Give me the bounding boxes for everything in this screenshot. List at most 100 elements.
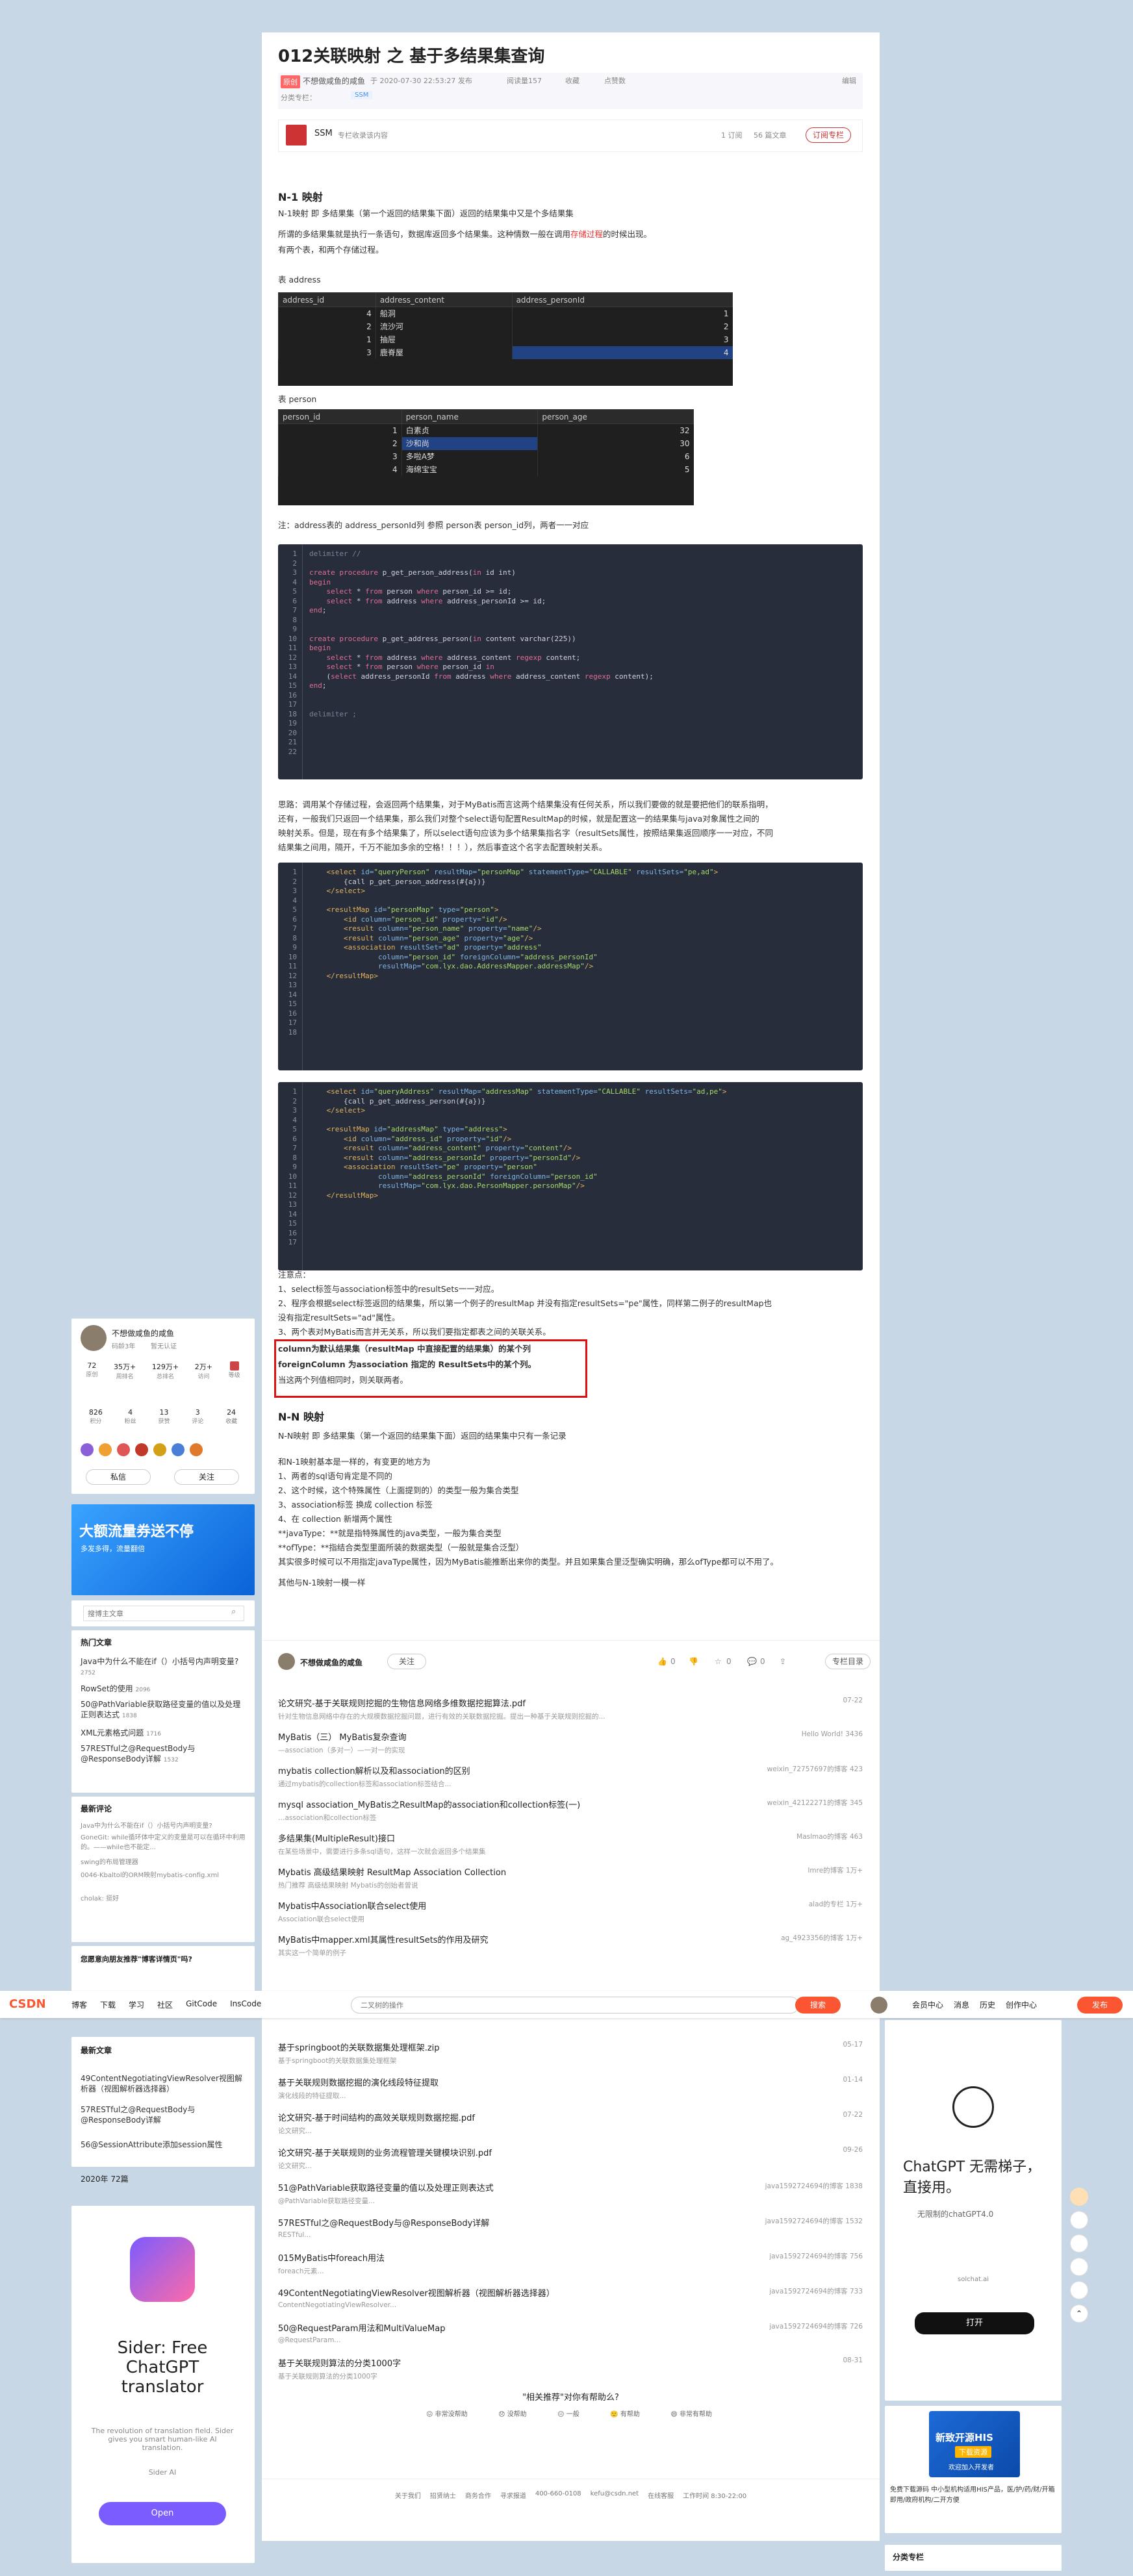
- col-address-content[interactable]: address_content: [375, 292, 513, 307]
- list-item[interactable]: Java中为什么不能在if（）小括号内声明变量? 2752: [81, 1656, 246, 1678]
- list-item[interactable]: 50@RequestParam用法和MultiValueMap @RequestP…: [278, 2321, 863, 2344]
- list-item[interactable]: 49ContentNegotiatingViewResolver视图解析器（视图…: [278, 2286, 863, 2309]
- code-block-person-map[interactable]: 1 2 3 4 5 6 7 8 9 10 11 12 13 14 15 16 1…: [278, 863, 863, 1070]
- list-item[interactable]: 论文研究-基于关联规则挖掘的生物信息网络多维数据挖掘算法.pdf 针对生物信息网络…: [278, 1697, 863, 1721]
- creator-center-link[interactable]: 创作中心: [1006, 1999, 1037, 2010]
- list-item[interactable]: 57RESTful之@RequestBody与@ResponseBody详解 RE…: [278, 2216, 863, 2239]
- thumbs-up-icon[interactable]: 👍: [657, 1657, 667, 1666]
- hot-icon[interactable]: [1070, 2211, 1088, 2229]
- list-item[interactable]: MyBatis（三） MyBatis复杂查询 —association（多对一）—…: [278, 1730, 863, 1755]
- code-block-procedures[interactable]: 1 2 3 4 5 6 7 8 9 10 11 12 13 14 15 16 1…: [278, 544, 863, 779]
- col-address-id[interactable]: address_id: [278, 292, 376, 307]
- col-person-age[interactable]: person_age: [537, 409, 694, 424]
- list-item[interactable]: 基于关联规则数据挖掘的演化线段特征提取 演化线段的特征提取... 01-14: [278, 2076, 863, 2101]
- sider-open-button[interactable]: Open: [99, 2502, 226, 2525]
- feedback-helpful[interactable]: 🙂 有帮助: [610, 2408, 640, 2421]
- stored-procedure-link[interactable]: 存储过程: [570, 229, 603, 239]
- footer-email[interactable]: kefu@csdn.net: [591, 2490, 639, 2500]
- nav-gitcode[interactable]: GitCode: [186, 1999, 217, 2010]
- csdn-logo[interactable]: CSDN: [9, 1997, 46, 2011]
- list-item[interactable]: 56@SessionAttribute添加session属性: [81, 2140, 246, 2150]
- column-directory-button[interactable]: 专栏目录: [825, 1654, 871, 1669]
- footer-about[interactable]: 关于我们: [395, 2490, 421, 2500]
- avatar[interactable]: [278, 1653, 295, 1670]
- messages-link[interactable]: 消息: [954, 1999, 969, 2010]
- star-icon[interactable]: ☆: [715, 1657, 722, 1666]
- col-address-personid[interactable]: address_personId: [511, 292, 733, 307]
- subscribe-column-button[interactable]: 订阅专栏: [806, 127, 851, 143]
- private-message-button[interactable]: 私信: [86, 1469, 151, 1485]
- list-item[interactable]: Java中为什么不能在if（）小括号内声明变量?: [81, 1820, 246, 1830]
- footer-business[interactable]: 商务合作: [465, 2490, 491, 2500]
- nav-download[interactable]: 下载: [100, 1999, 116, 2010]
- top-search-button[interactable]: 搜索: [795, 1997, 841, 2014]
- category-tag[interactable]: SSM: [351, 91, 373, 99]
- top-search-input[interactable]: [351, 1997, 799, 2014]
- list-item[interactable]: 49ContentNegotiatingViewResolver视图解析器（视图…: [81, 2073, 246, 2094]
- list-item[interactable]: Mybatis 高级结果映射 ResultMap Association Col…: [278, 1865, 863, 1890]
- column-name[interactable]: SSM: [314, 129, 333, 138]
- list-item[interactable]: 51@PathVariable获取路径变量的值以及处理正则表达式 @PathVar…: [278, 2181, 863, 2206]
- bottom-follow-button[interactable]: 关注: [387, 1654, 426, 1669]
- feedback-very-helpful[interactable]: 😄 非常有帮助: [670, 2408, 712, 2421]
- help-icon[interactable]: [1070, 2258, 1088, 2276]
- blog-search-input[interactable]: [83, 1606, 244, 1621]
- list-item[interactable]: 50@PathVariable获取路径变量的值以及处理正则表达式 1838: [81, 1699, 246, 1721]
- notes-title: 注意点：: [278, 1270, 311, 1280]
- author-link[interactable]: 不想做咸鱼的咸鱼: [303, 75, 365, 86]
- list-item[interactable]: 015MyBatis中foreach用法 foreach元素... java1592…: [278, 2251, 863, 2276]
- like-link[interactable]: 点赞数: [604, 75, 626, 86]
- bottom-author[interactable]: 不想做咸鱼的咸鱼: [300, 1657, 363, 1668]
- profile-follow-button[interactable]: 关注: [174, 1469, 239, 1485]
- profile-name[interactable]: 不想做咸鱼的咸鱼: [112, 1328, 174, 1339]
- list-item[interactable]: 多结果集(MultipleResult)接口 在某些场景中，需要进行多条sql语句…: [278, 1832, 863, 1856]
- report-icon[interactable]: [1070, 2281, 1088, 2299]
- feedback-neutral[interactable]: 😐 一般: [557, 2408, 579, 2421]
- archive-item[interactable]: 2020年 72篇: [81, 2173, 129, 2184]
- share-icon[interactable]: ⇪: [780, 1657, 786, 1666]
- list-item[interactable]: Mybatis中Association联合select使用 Association…: [278, 1899, 863, 1924]
- list-item[interactable]: 0046-Kbaltol的ORM映射mybatis-config.xml: [81, 1869, 246, 1879]
- toolbar-avatar[interactable]: [871, 1997, 887, 2014]
- mascot-icon[interactable]: [1070, 2188, 1088, 2206]
- publish-button[interactable]: 发布: [1077, 1997, 1123, 2014]
- footer-jobs[interactable]: 招贤纳士: [430, 2490, 456, 2500]
- profile-avatar[interactable]: [81, 1325, 107, 1351]
- list-item[interactable]: 57RESTful之@RequestBody与@ResponseBody详解 1…: [81, 1743, 246, 1765]
- edit-icon[interactable]: [1070, 2234, 1088, 2253]
- list-item[interactable]: 基于关联规则算法的分类1000字 基于关联规则算法的分类1000字 08-31: [278, 2356, 863, 2381]
- list-item[interactable]: XML元素格式问题 1716: [81, 1728, 246, 1739]
- list-item[interactable]: GoneGit: while循环体中定义的变量是可以在循环中利用的。——whil…: [81, 1832, 246, 1851]
- edit-link[interactable]: 编辑: [842, 75, 856, 86]
- list-item[interactable]: 57RESTful之@RequestBody与@ResponseBody详解: [81, 2104, 246, 2125]
- history-link[interactable]: 历史: [980, 1999, 995, 2010]
- feedback-unhelpful[interactable]: 😞 没帮助: [498, 2408, 527, 2421]
- nav-learn[interactable]: 学习: [129, 1999, 144, 2010]
- nav-inscode[interactable]: InsCode: [230, 1999, 261, 2010]
- back-to-top-icon[interactable]: ⌃: [1070, 2305, 1088, 2323]
- member-center-link[interactable]: 会员中心: [912, 1999, 943, 2010]
- footer-service[interactable]: 在线客服: [648, 2490, 674, 2500]
- list-item[interactable]: RowSet的使用 2096: [81, 1684, 246, 1695]
- list-item[interactable]: 论文研究-基于时间结构的高效关联规则数据挖掘.pdf 论文研究... 07-22: [278, 2111, 863, 2136]
- list-item[interactable]: MyBatis中mapper.xml其属性resultSets的作用及研究 其实这…: [278, 1933, 863, 1958]
- collect-link[interactable]: 收藏: [565, 75, 579, 86]
- list-item[interactable]: cholak: 挺好: [81, 1893, 246, 1902]
- list-item[interactable]: 基于springboot的关联数据集处理框架.zip 基于springboot的关…: [278, 2041, 863, 2065]
- comment-icon[interactable]: 💬: [747, 1657, 757, 1666]
- nav-community[interactable]: 社区: [157, 1999, 173, 2010]
- search-icon[interactable]: ⌕: [231, 1607, 236, 1617]
- thumbs-down-icon[interactable]: 👎: [689, 1657, 698, 1666]
- nav-blog[interactable]: 博客: [71, 1999, 87, 2010]
- feedback-very-unhelpful[interactable]: 😖 非常没帮助: [426, 2408, 468, 2421]
- boxed-foreign-column: foreignColumn 为association 指定的 ResultSet…: [278, 1359, 537, 1369]
- list-item[interactable]: 论文研究-基于关联规则的业务流程管理关键模块识别.pdf 论文研究... 09-26: [278, 2146, 863, 2171]
- chatgpt-open-button[interactable]: 打开: [915, 2312, 1034, 2334]
- list-item[interactable]: mysql association_MyBatis之ResultMap的asso…: [278, 1798, 863, 1823]
- list-item[interactable]: swing的布局管理器: [81, 1856, 246, 1866]
- col-person-name[interactable]: person_name: [401, 409, 539, 424]
- col-person-id[interactable]: person_id: [278, 409, 402, 424]
- list-item[interactable]: mybatis collection解析以及和association的区别 通过m…: [278, 1764, 863, 1789]
- footer-press[interactable]: 寻求报道: [500, 2490, 526, 2500]
- code-block-address-map[interactable]: 1 2 3 4 5 6 7 8 9 10 11 12 13 14 15 16 1…: [278, 1082, 863, 1270]
